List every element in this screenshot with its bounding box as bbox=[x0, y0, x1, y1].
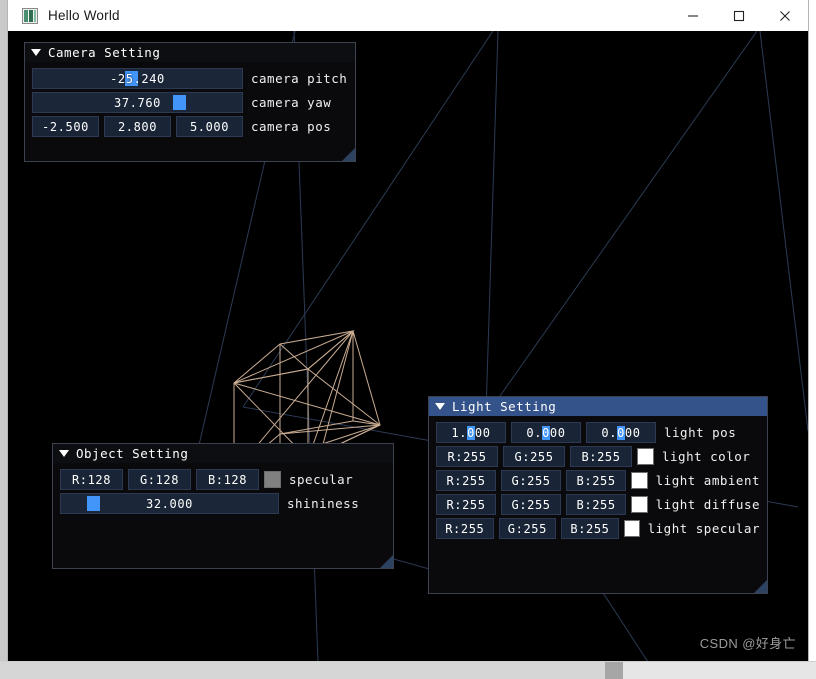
camera-pos-label: camera pos bbox=[251, 119, 332, 134]
app-icon bbox=[22, 7, 38, 24]
object-shininess-label: shininess bbox=[287, 496, 360, 511]
collapse-caret-icon[interactable] bbox=[31, 49, 41, 56]
light-specular-row: R:255 G:255 B:255 light specular bbox=[436, 518, 760, 539]
light-color-row: R:255 G:255 B:255 light color bbox=[436, 446, 760, 467]
camera-yaw-label: camera yaw bbox=[251, 95, 332, 110]
camera-pitch-row: -25.240 camera pitch bbox=[32, 68, 348, 89]
slider-grab[interactable] bbox=[87, 496, 101, 511]
light-diffuse-b-field[interactable]: B:255 bbox=[566, 494, 627, 515]
light-ambient-r-field[interactable]: R:255 bbox=[436, 470, 497, 491]
slider-grab[interactable] bbox=[173, 95, 187, 110]
value-post: 00 bbox=[624, 425, 641, 440]
light-pos-row: 1. 0 00 0. 0 00 0. 0 00 light pos bbox=[436, 422, 760, 443]
value-pre: 1. bbox=[451, 425, 468, 440]
value-pre: 0. bbox=[526, 425, 543, 440]
camera-yaw-value: 37.760 bbox=[114, 95, 161, 110]
maximize-button[interactable] bbox=[716, 0, 762, 31]
specular-g-field[interactable]: G:128 bbox=[128, 469, 191, 490]
specular-b-field[interactable]: B:128 bbox=[196, 469, 259, 490]
object-panel-titlebar[interactable]: Object Setting bbox=[53, 444, 393, 463]
window-title: Hello World bbox=[48, 8, 120, 23]
panel-resize-grip[interactable] bbox=[380, 555, 393, 568]
watermark: CSDN @好身亡 bbox=[699, 636, 796, 651]
light-specular-swatch[interactable] bbox=[623, 520, 640, 537]
scrollbar-thumb[interactable] bbox=[605, 662, 623, 679]
camera-panel-title: Camera Setting bbox=[48, 45, 161, 60]
light-specular-label: light specular bbox=[647, 521, 760, 536]
camera-panel-body: -25.240 camera pitch 37.760 camera yaw -… bbox=[25, 62, 355, 145]
panel-resize-grip[interactable] bbox=[754, 580, 767, 593]
light-diffuse-swatch[interactable] bbox=[631, 496, 648, 513]
light-pos-z-field[interactable]: 0. 0 00 bbox=[586, 422, 656, 443]
object-shininess-row: 32.000 shininess bbox=[60, 493, 386, 514]
collapse-caret-icon[interactable] bbox=[435, 403, 445, 410]
shininess-slider[interactable]: 32.000 bbox=[60, 493, 279, 514]
light-color-g-field[interactable]: G:255 bbox=[503, 446, 565, 467]
camera-setting-panel[interactable]: Camera Setting -25.240 camera pitch 37.7… bbox=[24, 42, 356, 162]
light-color-label: light color bbox=[662, 449, 751, 464]
maximize-icon bbox=[733, 10, 745, 21]
object-panel-title: Object Setting bbox=[76, 446, 189, 461]
value-selected: 0 bbox=[467, 425, 475, 440]
light-color-swatch[interactable] bbox=[637, 448, 654, 465]
camera-pitch-slider[interactable]: -25.240 bbox=[32, 68, 243, 89]
collapse-caret-icon[interactable] bbox=[59, 450, 69, 457]
scrollbar-track-left[interactable] bbox=[0, 662, 605, 679]
light-color-b-field[interactable]: B:255 bbox=[570, 446, 632, 467]
light-setting-panel[interactable]: Light Setting 1. 0 00 0. 0 00 0. 0 00 light po… bbox=[428, 396, 768, 594]
light-ambient-swatch[interactable] bbox=[631, 472, 648, 489]
specular-color-swatch[interactable] bbox=[264, 471, 281, 488]
light-color-r-field[interactable]: R:255 bbox=[436, 446, 498, 467]
shininess-value: 32.000 bbox=[146, 496, 193, 511]
close-button[interactable] bbox=[762, 0, 808, 31]
camera-yaw-slider[interactable]: 37.760 bbox=[32, 92, 243, 113]
panel-resize-grip[interactable] bbox=[342, 148, 355, 161]
camera-pos-z-field[interactable]: 5.000 bbox=[176, 116, 243, 137]
light-pos-x-field[interactable]: 1. 0 00 bbox=[436, 422, 506, 443]
light-panel-titlebar[interactable]: Light Setting bbox=[429, 397, 767, 416]
light-specular-g-field[interactable]: G:255 bbox=[498, 518, 557, 539]
value-selected: 0 bbox=[542, 425, 550, 440]
object-setting-panel[interactable]: Object Setting R:128 G:128 B:128 specula… bbox=[52, 443, 394, 569]
horizontal-scrollbar[interactable] bbox=[0, 661, 816, 679]
light-pos-y-field[interactable]: 0. 0 00 bbox=[511, 422, 581, 443]
specular-r-field[interactable]: R:128 bbox=[60, 469, 123, 490]
light-panel-title: Light Setting bbox=[452, 399, 557, 414]
light-ambient-label: light ambient bbox=[655, 473, 760, 488]
camera-pos-row: -2.500 2.800 5.000 camera pos bbox=[32, 116, 348, 137]
light-ambient-g-field[interactable]: G:255 bbox=[501, 470, 562, 491]
title-bar[interactable]: Hello World bbox=[8, 0, 808, 32]
minimize-icon bbox=[688, 14, 698, 17]
screen: Hello World CSDN @好身亡 Camera Setting -25… bbox=[0, 0, 816, 679]
light-ambient-row: R:255 G:255 B:255 light ambient bbox=[436, 470, 760, 491]
window-controls bbox=[670, 0, 808, 31]
scrollbar-track-right[interactable] bbox=[623, 662, 816, 679]
camera-pos-y-field[interactable]: 2.800 bbox=[104, 116, 171, 137]
light-pos-label: light pos bbox=[664, 425, 737, 440]
camera-yaw-row: 37.760 camera yaw bbox=[32, 92, 348, 113]
value-pre: 0. bbox=[601, 425, 618, 440]
light-diffuse-r-field[interactable]: R:255 bbox=[436, 494, 497, 515]
light-specular-r-field[interactable]: R:255 bbox=[436, 518, 494, 539]
object-panel-body: R:128 G:128 B:128 specular 32.000 shinin… bbox=[53, 463, 393, 522]
value-post: 00 bbox=[474, 425, 491, 440]
camera-pitch-label: camera pitch bbox=[251, 71, 348, 86]
camera-panel-titlebar[interactable]: Camera Setting bbox=[25, 43, 355, 62]
light-specular-b-field[interactable]: B:255 bbox=[561, 518, 619, 539]
value-selected: 0 bbox=[617, 425, 625, 440]
camera-pos-x-field[interactable]: -2.500 bbox=[32, 116, 99, 137]
light-diffuse-g-field[interactable]: G:255 bbox=[501, 494, 562, 515]
light-diffuse-label: light diffuse bbox=[655, 497, 760, 512]
light-diffuse-row: R:255 G:255 B:255 light diffuse bbox=[436, 494, 760, 515]
object-specular-label: specular bbox=[289, 472, 354, 487]
value-post: 00 bbox=[549, 425, 566, 440]
light-panel-body: 1. 0 00 0. 0 00 0. 0 00 light pos R:255 G:255 … bbox=[429, 416, 767, 547]
camera-pitch-value: -25.240 bbox=[110, 71, 165, 86]
close-icon bbox=[780, 10, 790, 21]
object-specular-row: R:128 G:128 B:128 specular bbox=[60, 469, 386, 490]
minimize-button[interactable] bbox=[670, 0, 716, 31]
light-ambient-b-field[interactable]: B:255 bbox=[566, 470, 627, 491]
